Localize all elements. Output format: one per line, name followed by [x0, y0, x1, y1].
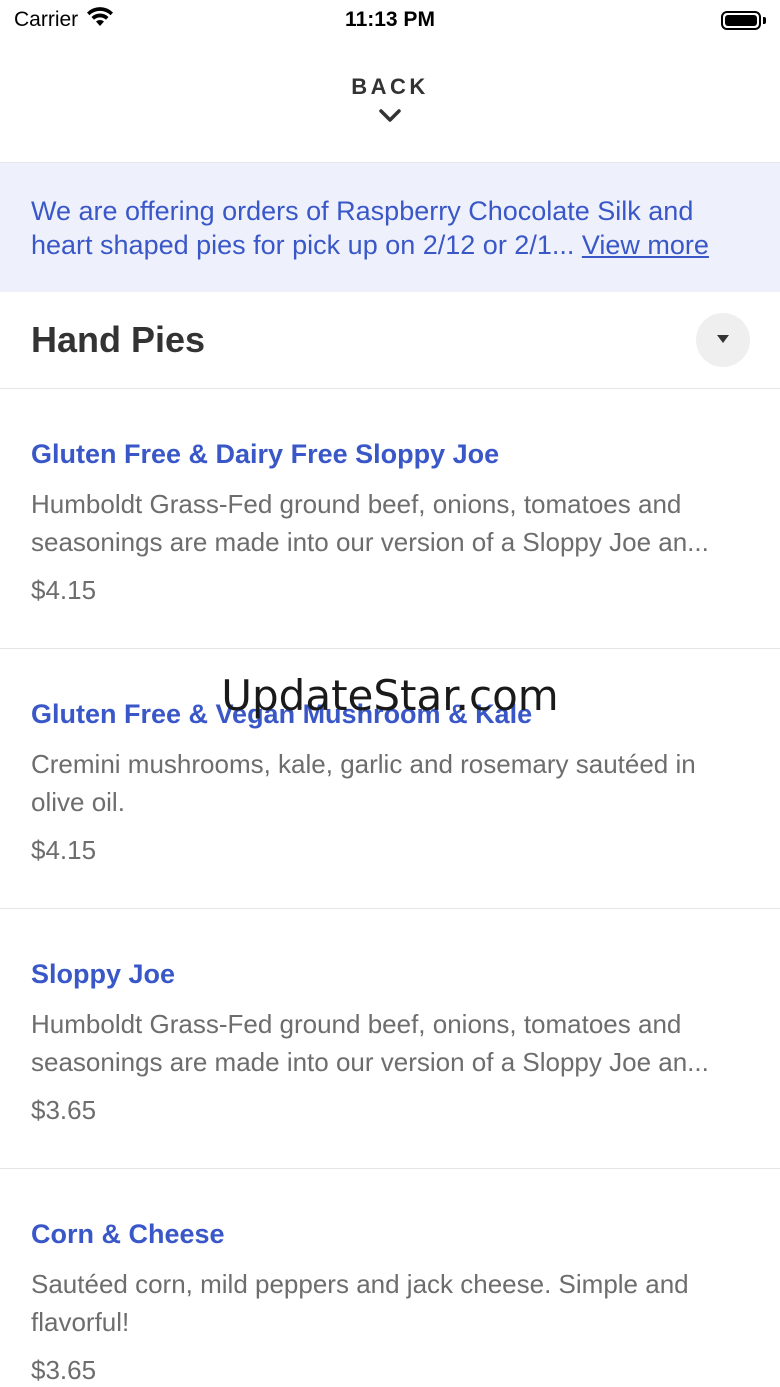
- menu-item[interactable]: Gluten Free & Vegan Mushroom & Kale Crem…: [0, 649, 780, 909]
- app-screen: Carrier 11:13 PM BACK We are offering or…: [0, 0, 780, 1387]
- section-title: Hand Pies: [31, 319, 206, 360]
- item-description: Humboldt Grass-Fed ground beef, onions, …: [31, 489, 709, 557]
- item-price: $3.65: [31, 1095, 97, 1125]
- carrier-label: Carrier: [14, 8, 79, 31]
- chevron-down-icon: [378, 108, 402, 129]
- section-header: Hand Pies: [0, 292, 780, 389]
- item-name: Sloppy Joe: [31, 959, 176, 989]
- item-price: $3.65: [31, 1355, 97, 1385]
- item-description: Cremini mushrooms, kale, garlic and rose…: [31, 749, 696, 817]
- view-more-link[interactable]: View more: [582, 230, 709, 260]
- announcement-banner: We are offering orders of Raspberry Choc…: [0, 163, 780, 292]
- status-time: 11:13 PM: [345, 8, 435, 31]
- menu-item[interactable]: Sloppy Joe Humboldt Grass-Fed ground bee…: [0, 909, 780, 1169]
- menu-item-list: Gluten Free & Dairy Free Sloppy Joe Humb…: [0, 389, 780, 1387]
- item-description: Humboldt Grass-Fed ground beef, onions, …: [31, 1009, 709, 1077]
- back-button[interactable]: BACK: [0, 60, 780, 160]
- item-name: Gluten Free & Dairy Free Sloppy Joe: [31, 439, 500, 469]
- caret-down-icon: [716, 331, 730, 349]
- status-bar: Carrier 11:13 PM: [0, 0, 780, 40]
- item-price: $4.15: [31, 835, 97, 865]
- item-description: Sautéed corn, mild peppers and jack chee…: [31, 1269, 689, 1337]
- section-toggle-button[interactable]: [696, 313, 750, 367]
- battery-icon: [721, 10, 766, 30]
- item-name: Corn & Cheese: [31, 1219, 225, 1249]
- status-left: Carrier: [14, 7, 114, 33]
- back-label: BACK: [351, 74, 429, 99]
- menu-item[interactable]: Corn & Cheese Sautéed corn, mild peppers…: [0, 1169, 780, 1387]
- menu-item[interactable]: Gluten Free & Dairy Free Sloppy Joe Humb…: [0, 389, 780, 649]
- wifi-icon: [86, 7, 114, 33]
- item-name: Gluten Free & Vegan Mushroom & Kale: [31, 699, 533, 729]
- item-price: $4.15: [31, 575, 97, 605]
